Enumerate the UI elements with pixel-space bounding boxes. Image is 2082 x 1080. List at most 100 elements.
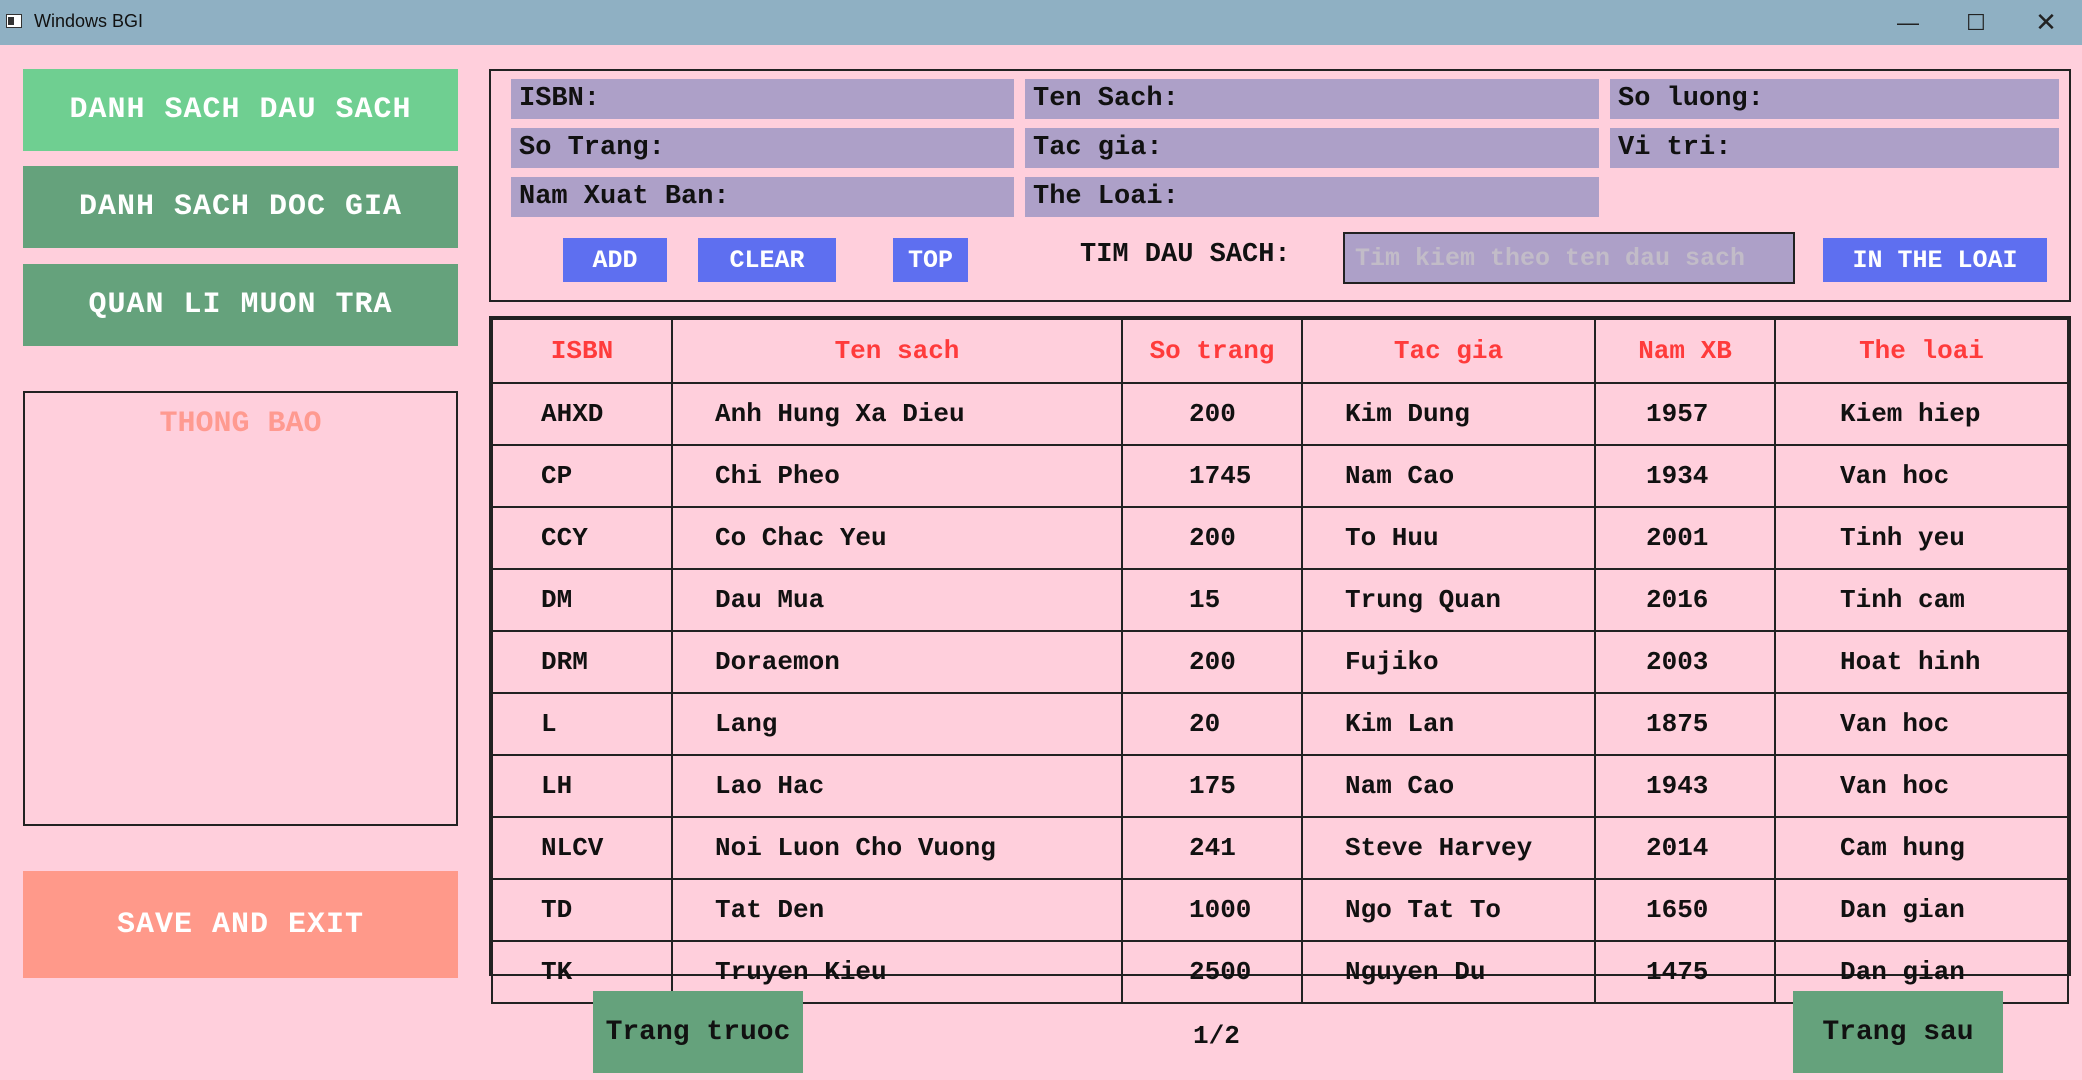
cell-so-trang: 241 [1121,816,1303,880]
column-header-ten-sach[interactable]: Ten sach [671,318,1123,384]
cell-so-trang: 1000 [1121,878,1303,942]
danh-sach-dau-sach-button[interactable]: DANH SACH DAU SACH [23,69,458,151]
in-the-loai-button[interactable]: IN THE LOAI [1823,238,2047,282]
table-header-row: ISBN Ten sach So trang Tac gia Nam XB Th… [491,318,2069,384]
cell-isbn: DRM [491,630,673,694]
cell-nam-xb: 2014 [1594,816,1776,880]
cell-nam-xb: 2001 [1594,506,1776,570]
cell-tac-gia: Nam Cao [1301,754,1596,818]
cell-the-loai: Dan gian [1774,878,2069,942]
cell-isbn: L [491,692,673,756]
table-row[interactable]: CCY Co Chac Yeu 200 To Huu 2001 Tinh yeu [491,506,2069,570]
table-row[interactable]: LH Lao Hac 175 Nam Cao 1943 Van hoc [491,754,2069,818]
cell-nam-xb: 1650 [1594,878,1776,942]
cell-ten-sach: Dau Mua [671,568,1123,632]
cell-tac-gia: To Huu [1301,506,1596,570]
cell-tac-gia: Kim Dung [1301,382,1596,446]
cell-nam-xb: 1875 [1594,692,1776,756]
cell-so-trang: 2500 [1121,940,1303,1004]
table-row[interactable]: CP Chi Pheo 1745 Nam Cao 1934 Van hoc [491,444,2069,508]
cell-tac-gia: Fujiko [1301,630,1596,694]
column-header-the-loai[interactable]: The loai [1774,318,2069,384]
cell-the-loai: Hoat hinh [1774,630,2069,694]
cell-nam-xb: 1943 [1594,754,1776,818]
quan-li-muon-tra-button[interactable]: QUAN LI MUON TRA [23,264,458,346]
table-row[interactable]: L Lang 20 Kim Lan 1875 Van hoc [491,692,2069,756]
cell-so-trang: 200 [1121,382,1303,446]
column-header-nam-xb[interactable]: Nam XB [1594,318,1776,384]
cell-the-loai: Kiem hiep [1774,382,2069,446]
top-button[interactable]: TOP [893,238,968,282]
the-loai-field[interactable]: The Loai: [1025,177,1599,217]
cell-isbn: NLCV [491,816,673,880]
cell-tac-gia: Trung Quan [1301,568,1596,632]
isbn-field[interactable]: ISBN: [511,79,1014,119]
notification-title: THONG BAO [159,407,322,441]
search-label: TIM DAU SACH: [1080,240,1291,270]
cell-so-trang: 200 [1121,506,1303,570]
app-window-icon [6,14,22,28]
cell-so-trang: 20 [1121,692,1303,756]
cell-nam-xb: 1934 [1594,444,1776,508]
minimize-icon[interactable]: — [1874,0,1942,45]
cell-ten-sach: Co Chac Yeu [671,506,1123,570]
vi-tri-field[interactable]: Vi tri: [1610,128,2059,168]
cell-nam-xb: 1957 [1594,382,1776,446]
table-row[interactable]: NLCV Noi Luon Cho Vuong 241 Steve Harvey… [491,816,2069,880]
danh-sach-doc-gia-button[interactable]: DANH SACH DOC GIA [23,166,458,248]
cell-isbn: LH [491,754,673,818]
cell-isbn: TD [491,878,673,942]
cell-nam-xb: 2003 [1594,630,1776,694]
column-header-isbn[interactable]: ISBN [491,318,673,384]
maximize-icon[interactable]: ☐ [1942,0,2010,45]
cell-the-loai: Van hoc [1774,754,2069,818]
window-title: Windows BGI [34,11,144,31]
table-row[interactable]: DRM Doraemon 200 Fujiko 2003 Hoat hinh [491,630,2069,694]
cell-nam-xb: 1475 [1594,940,1776,1004]
cell-so-trang: 200 [1121,630,1303,694]
so-luong-field[interactable]: So luong: [1610,79,2059,119]
cell-the-loai: Cam hung [1774,816,2069,880]
table-row[interactable]: TD Tat Den 1000 Ngo Tat To 1650 Dan gian [491,878,2069,942]
cell-isbn: AHXD [491,382,673,446]
notification-panel: THONG BAO [23,391,458,826]
cell-tac-gia: Nguyen Du [1301,940,1596,1004]
cell-isbn: DM [491,568,673,632]
cell-ten-sach: Lang [671,692,1123,756]
column-header-so-trang[interactable]: So trang [1121,318,1303,384]
cell-the-loai: Tinh cam [1774,568,2069,632]
cell-ten-sach: Tat Den [671,878,1123,942]
clear-button[interactable]: CLEAR [698,238,836,282]
tac-gia-field[interactable]: Tac gia: [1025,128,1599,168]
cell-ten-sach: Lao Hac [671,754,1123,818]
close-icon[interactable]: ✕ [2012,0,2080,45]
cell-ten-sach: Anh Hung Xa Dieu [671,382,1123,446]
column-header-tac-gia[interactable]: Tac gia [1301,318,1596,384]
table-row[interactable]: DM Dau Mua 15 Trung Quan 2016 Tinh cam [491,568,2069,632]
cell-tac-gia: Kim Lan [1301,692,1596,756]
page-indicator: 1/2 [1193,1021,1240,1051]
save-and-exit-button[interactable]: SAVE AND EXIT [23,871,458,978]
so-trang-field[interactable]: So Trang: [511,128,1014,168]
cell-ten-sach: Doraemon [671,630,1123,694]
cell-isbn: CCY [491,506,673,570]
search-input[interactable] [1343,232,1795,284]
cell-ten-sach: Chi Pheo [671,444,1123,508]
cell-so-trang: 1745 [1121,444,1303,508]
next-page-button[interactable]: Trang sau [1793,991,2003,1073]
cell-ten-sach: Noi Luon Cho Vuong [671,816,1123,880]
cell-tac-gia: Nam Cao [1301,444,1596,508]
previous-page-button[interactable]: Trang truoc [593,991,803,1073]
cell-isbn: CP [491,444,673,508]
cell-the-loai: Van hoc [1774,692,2069,756]
cell-nam-xb: 2016 [1594,568,1776,632]
cell-the-loai: Tinh yeu [1774,506,2069,570]
book-table: ISBN Ten sach So trang Tac gia Nam XB Th… [489,316,2071,1004]
table-row[interactable]: AHXD Anh Hung Xa Dieu 200 Kim Dung 1957 … [491,382,2069,446]
cell-so-trang: 175 [1121,754,1303,818]
ten-sach-field[interactable]: Ten Sach: [1025,79,1599,119]
cell-so-trang: 15 [1121,568,1303,632]
cell-tac-gia: Ngo Tat To [1301,878,1596,942]
add-button[interactable]: ADD [563,238,667,282]
nam-xuat-ban-field[interactable]: Nam Xuat Ban: [511,177,1014,217]
